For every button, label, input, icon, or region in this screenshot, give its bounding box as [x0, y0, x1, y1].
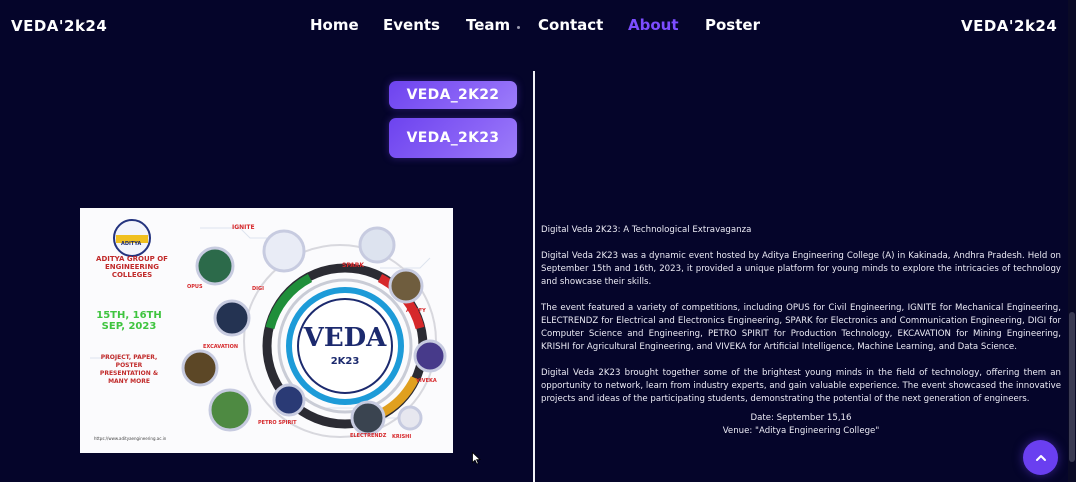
poster-event-viveka: VIVEKA [416, 378, 437, 384]
event-venue: Venue: "Aditya Engineering College" [722, 426, 880, 436]
poster-event-electrendz: ELECTRENDZ [350, 433, 387, 439]
poster-event-petro-spirit: PETRO SPIRIT [258, 420, 297, 426]
mouse-cursor-icon [472, 452, 481, 465]
poster-center-subtitle: 2K23 [330, 356, 360, 367]
nav-links: Home Events Team Contact About Poster [0, 16, 1076, 38]
description-paragraph-3: Digital Veda 2K23 brought together some … [541, 368, 1061, 404]
nav-link-about[interactable]: About [628, 16, 679, 34]
event-description: Digital Veda 2K23: A Technological Extra… [541, 224, 1061, 438]
poster-event-opus: OPUS [187, 284, 203, 290]
nav-link-team[interactable]: Team [466, 16, 510, 34]
veda-2k23-button[interactable]: VEDA_2K23 [389, 118, 517, 158]
poster-event-spark: SPARK [342, 262, 365, 269]
navbar: VEDA'2k24 Home Events Team Contact About… [0, 0, 1076, 56]
poster-event-artify: ARTIFY [406, 308, 426, 314]
poster-footer-url: https://www.adityaengineering.ac.in [94, 436, 167, 441]
poster-college-name: ADITYA GROUP OF ENGINEERING COLLEGES [96, 255, 168, 279]
poster-dates: 15TH, 16TH SEP, 2023 [96, 310, 162, 332]
nav-separator-dot [517, 26, 520, 29]
description-title: Digital Veda 2K23: A Technological Extra… [541, 225, 752, 235]
poster-event-digi: DIGI [252, 286, 264, 292]
poster-center-title: VEDA [303, 323, 387, 353]
nav-link-events[interactable]: Events [383, 16, 440, 34]
vertical-divider [533, 71, 535, 482]
chevron-up-icon [1035, 454, 1046, 461]
nav-link-home[interactable]: Home [310, 16, 359, 34]
description-paragraph-2: The event featured a variety of competit… [541, 303, 1061, 352]
nav-link-poster[interactable]: Poster [705, 16, 760, 34]
poster-event-types: PROJECT, PAPER, POSTER PRESENTATION & MA… [99, 354, 159, 385]
veda-2k22-button[interactable]: VEDA_2K22 [389, 81, 517, 109]
poster-event-ignite: IGNITE [232, 224, 255, 231]
poster-event-krishi: KRISHI [392, 434, 412, 440]
scroll-to-top-button[interactable] [1023, 440, 1058, 475]
poster-event-excavation: EXCAVATION [203, 344, 239, 350]
nav-link-contact[interactable]: Contact [538, 16, 603, 34]
description-paragraph-1: Digital Veda 2K23 was a dynamic event ho… [541, 251, 1061, 287]
event-date: Date: September 15,16 [750, 413, 852, 423]
veda-2k23-poster: ADITYA ADITYA GROUP OF ENGINEERING COLLE… [80, 208, 453, 453]
scrollbar-thumb[interactable] [1069, 312, 1075, 462]
brand-logo-right[interactable]: VEDA'2k24 [961, 17, 1057, 35]
poster-logo-text: ADITYA [121, 241, 142, 247]
